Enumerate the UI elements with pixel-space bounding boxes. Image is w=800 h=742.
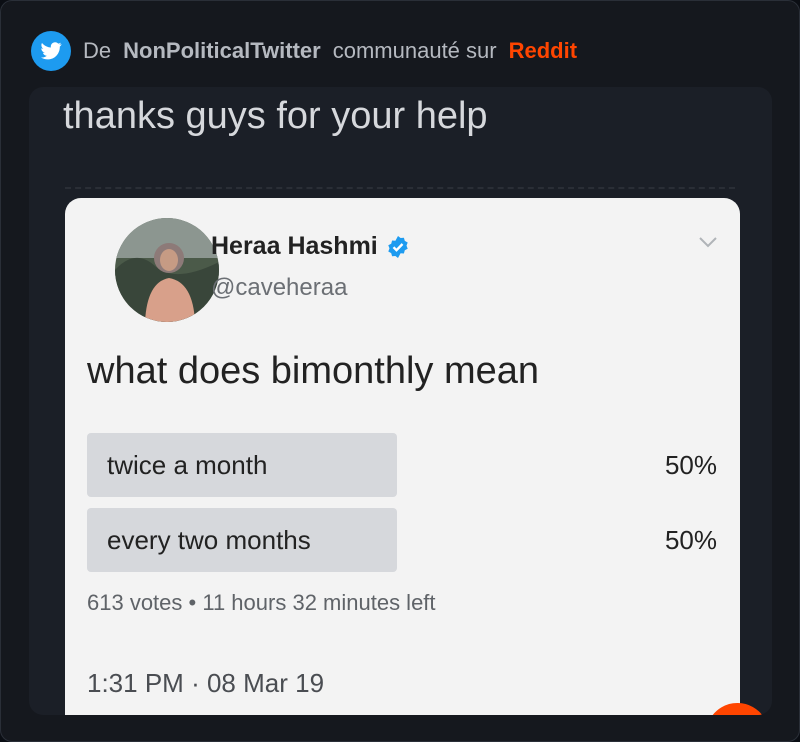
chevron-down-icon[interactable] (697, 234, 719, 250)
poll-option-label: every two months (107, 525, 311, 555)
time-separator: · (191, 668, 200, 698)
author-name-text: Heraa Hashmi (211, 232, 378, 260)
verified-badge-icon (388, 235, 408, 258)
tweet-card: Heraa Hashmi @caveheraa what does bimont… (65, 198, 740, 715)
poll-meta: 613 votes • 11 hours 32 minutes left (87, 590, 436, 616)
header-middle-text: communauté sur (332, 38, 497, 63)
poll-option-percent: 50% (664, 450, 717, 480)
poll-option-percent: 50% (664, 525, 717, 555)
post-caption: thanks guys for your help (63, 95, 488, 137)
tweet-question: what does bimonthly mean (87, 350, 540, 392)
meta-separator: • (188, 590, 197, 615)
tweet-timestamp[interactable]: 1:31 PM · 08 Mar 19 (87, 668, 324, 699)
author-name[interactable]: Heraa Hashmi (211, 232, 410, 261)
divider (65, 187, 735, 189)
community-link[interactable]: NonPoliticalTwitter (123, 38, 321, 64)
vote-count: 613 votes (87, 590, 183, 615)
author-handle[interactable]: @caveheraa (211, 274, 347, 302)
poll-option-label: twice a month (107, 450, 268, 480)
tweet-date: 08 Mar 19 (206, 668, 325, 698)
reddit-link[interactable]: Reddit (509, 38, 577, 64)
time-left: 11 hours 32 minutes left (202, 590, 436, 615)
reddit-embed-card: De NonPoliticalTwitter communauté sur Re… (0, 0, 800, 742)
poll-option: twice a month 50% (87, 433, 717, 497)
poll-option: every two months 50% (87, 508, 717, 572)
post-image[interactable]: thanks guys for your help Heraa Hashmi @… (29, 87, 772, 715)
tweet-time: 1:31 PM (87, 668, 184, 698)
reddit-snoo-icon[interactable] (703, 699, 772, 715)
source-header[interactable]: De NonPoliticalTwitter communauté sur Re… (31, 31, 577, 71)
header-prefix: De (83, 38, 112, 63)
avatar (115, 218, 219, 322)
twitter-bird-icon (31, 31, 71, 71)
